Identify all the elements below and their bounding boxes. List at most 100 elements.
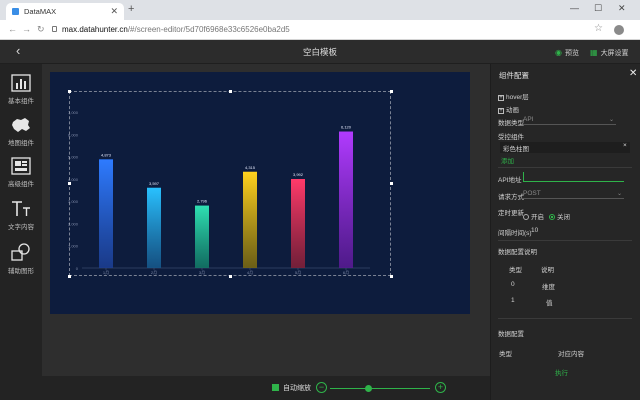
resize-handle[interactable] bbox=[389, 274, 393, 278]
url-input[interactable]: max.datahunter.cn/#/screen-editor/5d70f6… bbox=[62, 25, 290, 34]
minimize-icon[interactable]: — bbox=[570, 3, 579, 13]
text-icon bbox=[12, 201, 30, 216]
bookmark-star-icon[interactable]: ☆ bbox=[594, 23, 603, 34]
resize-handle[interactable] bbox=[67, 274, 71, 278]
close-panel-icon[interactable]: ✕ bbox=[629, 68, 637, 79]
refresh-on-label: 开启 bbox=[531, 214, 544, 221]
chevron-down-icon: ⌄ bbox=[616, 191, 622, 197]
refresh-label: 定时更新 bbox=[498, 210, 524, 217]
divider bbox=[498, 240, 632, 241]
sidebar-item-label: 高级组件 bbox=[8, 181, 34, 188]
method-label: 请求方式 bbox=[498, 194, 524, 201]
lock-icon bbox=[52, 26, 57, 32]
zoom-slider-handle[interactable] bbox=[364, 385, 372, 392]
close-tab-icon[interactable]: ✕ bbox=[110, 6, 118, 17]
bar-chart-icon bbox=[11, 74, 31, 92]
reload-icon[interactable]: ↻ bbox=[37, 24, 45, 35]
eye-icon: ◉ bbox=[555, 48, 562, 57]
forward-nav-icon[interactable]: → bbox=[22, 24, 31, 34]
chevron-down-icon: ⌄ bbox=[608, 117, 614, 123]
address-bar: ← → ↻ max.datahunter.cn/#/screen-editor/… bbox=[0, 20, 640, 40]
maximize-icon[interactable]: ☐ bbox=[594, 3, 602, 14]
profile-avatar[interactable] bbox=[614, 25, 624, 35]
radio-icon bbox=[523, 214, 529, 220]
auto-zoom-checkbox[interactable]: 自动缩放 bbox=[272, 383, 311, 393]
tab-title: DataMAX bbox=[24, 7, 57, 16]
data-type-value: API bbox=[523, 116, 534, 123]
screen-settings-button[interactable]: ▦ 大屏设置 bbox=[590, 48, 629, 58]
remove-controlled-icon[interactable]: × bbox=[623, 142, 627, 149]
component-sidebar: 基本组件 地图组件 高级组件 文字内容 辅助图形 bbox=[0, 64, 42, 400]
url-path: /#/screen-editor/5d70f6968e33c6526e0ba2d… bbox=[127, 25, 290, 34]
browser-tab[interactable]: DataMAX ✕ bbox=[6, 3, 124, 20]
resize-handle[interactable] bbox=[228, 89, 232, 93]
map-icon bbox=[12, 118, 30, 132]
zoom-in-button[interactable]: + bbox=[435, 382, 446, 393]
resize-handle[interactable] bbox=[389, 89, 393, 93]
refresh-on-radio[interactable]: 开启 bbox=[523, 211, 544, 221]
selection-box[interactable] bbox=[69, 91, 391, 276]
url-host: max.datahunter.cn bbox=[62, 25, 128, 34]
resize-handle[interactable] bbox=[67, 89, 71, 93]
method-select[interactable]: POST ⌄ bbox=[523, 190, 624, 199]
expand-icon: + bbox=[498, 108, 504, 114]
data-desc-title: 数据配置说明 bbox=[498, 249, 537, 256]
screen-settings-label: 大屏设置 bbox=[600, 50, 629, 57]
api-address-input[interactable] bbox=[523, 173, 624, 182]
execute-button[interactable]: 执行 bbox=[555, 367, 568, 377]
sidebar-item-label: 基本组件 bbox=[8, 98, 34, 105]
data-type-label: 数据类型 bbox=[498, 120, 524, 127]
desc-row-note: 维度 bbox=[542, 284, 555, 291]
method-value: POST bbox=[523, 190, 541, 197]
new-tab-icon[interactable]: + bbox=[128, 3, 134, 15]
sidebar-item-map[interactable]: 地图组件 bbox=[0, 116, 42, 147]
controlled-label: 受控组件 bbox=[498, 134, 524, 141]
radio-checked-icon bbox=[549, 214, 555, 220]
zoom-slider-track[interactable] bbox=[330, 388, 430, 389]
page-title: 空白模板 bbox=[302, 47, 337, 57]
shapes-icon bbox=[11, 243, 30, 261]
animation-label: 动画 bbox=[506, 107, 519, 114]
divider bbox=[498, 318, 632, 319]
app-header: ‹ 空白模板 ◉ 预览 ▦ 大屏设置 bbox=[0, 40, 640, 64]
add-controlled-link[interactable]: 添加 bbox=[501, 155, 514, 165]
refresh-off-radio[interactable]: 关闭 bbox=[549, 211, 570, 221]
animation-toggle[interactable]: + 动画 bbox=[498, 104, 519, 114]
back-nav-icon[interactable]: ← bbox=[8, 24, 17, 34]
desc-col-type: 类型 bbox=[509, 267, 522, 274]
close-window-icon[interactable]: ✕ bbox=[618, 3, 626, 14]
zoom-out-button[interactable]: − bbox=[316, 382, 327, 393]
sidebar-item-text[interactable]: 文字内容 bbox=[0, 200, 42, 231]
desc-row-note: 值 bbox=[546, 300, 553, 307]
interval-label: 间隔时间(s) bbox=[498, 230, 532, 237]
advanced-chart-icon bbox=[11, 157, 31, 175]
expand-icon: + bbox=[498, 95, 504, 101]
resize-handle[interactable] bbox=[67, 182, 71, 185]
resize-handle[interactable] bbox=[389, 182, 393, 185]
preview-button[interactable]: ◉ 预览 bbox=[555, 48, 579, 58]
sidebar-item-label: 辅助图形 bbox=[8, 268, 34, 275]
data-type-select[interactable]: API ⌄ bbox=[523, 116, 616, 125]
panel-title: 组件配置 bbox=[499, 71, 529, 80]
desc-col-note: 说明 bbox=[541, 267, 554, 274]
api-address-label: API地址 bbox=[498, 177, 522, 184]
desc-row-type: 0 bbox=[511, 281, 515, 288]
auto-zoom-label: 自动缩放 bbox=[283, 385, 311, 392]
interval-input[interactable]: 10 bbox=[531, 227, 538, 234]
resize-handle[interactable] bbox=[228, 274, 232, 278]
text-cursor bbox=[523, 172, 524, 182]
cfg-col-type: 类型 bbox=[499, 351, 512, 358]
favicon-icon bbox=[12, 8, 19, 15]
sidebar-item-basic[interactable]: 基本组件 bbox=[0, 74, 42, 105]
refresh-off-label: 关闭 bbox=[557, 214, 570, 221]
data-config-title: 数据配置 bbox=[498, 331, 524, 338]
hover-layer-toggle[interactable]: + hover层 bbox=[498, 91, 529, 101]
sidebar-item-label: 文字内容 bbox=[8, 224, 34, 231]
sidebar-item-shapes[interactable]: 辅助图形 bbox=[0, 242, 42, 275]
checkbox-checked-icon bbox=[272, 384, 279, 391]
hover-layer-label: hover层 bbox=[506, 94, 529, 101]
divider bbox=[498, 167, 632, 168]
browser-tab-bar: DataMAX ✕ + — ☐ ✕ bbox=[0, 0, 640, 20]
desc-row-type: 1 bbox=[511, 297, 515, 304]
sidebar-item-advanced[interactable]: 高级组件 bbox=[0, 157, 42, 188]
